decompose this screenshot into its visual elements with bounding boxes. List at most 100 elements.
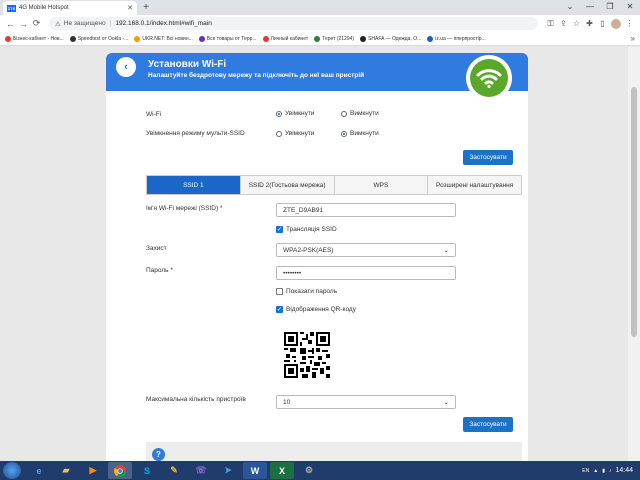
- not-secure-label: Не защищено: [63, 20, 106, 27]
- radio-unchecked-icon: [276, 130, 282, 137]
- wifi-settings-card: ‹ Установки Wi-Fi Налаштуйте бездротову …: [106, 53, 528, 461]
- back-arrow-icon[interactable]: ←: [4, 19, 17, 29]
- security-label: Захист: [146, 245, 167, 252]
- window-controls: ⌄ — ❐ ✕: [560, 0, 640, 14]
- bookmark-item[interactable]: Терет (21294): [314, 35, 354, 42]
- multi-ssid-on-radio[interactable]: Увімкнути: [276, 130, 314, 137]
- ie-icon[interactable]: e: [27, 462, 51, 479]
- browser-tab-strip: ZTE 4G Mobile Hotspot ✕ + ⌄ — ❐ ✕: [0, 0, 640, 15]
- checkbox-checked-icon: ✓: [276, 226, 283, 233]
- zte-favicon-icon: ZTE: [7, 4, 16, 12]
- chevron-down-icon: ⌄: [443, 399, 449, 406]
- wifi-label: Wi-Fi: [146, 111, 162, 118]
- address-bar[interactable]: ⚠ Не защищено | 192.168.0.1/index.html#w…: [49, 17, 538, 30]
- tab-title: 4G Mobile Hotspot: [19, 5, 69, 11]
- password-label: Пароль *: [146, 267, 173, 274]
- bookmarks-bar: Бізнес-кабінет - Нов... Speedtest от Ook…: [0, 32, 640, 46]
- apply-bottom-button[interactable]: Застосувати: [463, 417, 513, 432]
- checkbox-checked-icon: ✓: [276, 306, 283, 313]
- new-tab-button[interactable]: +: [140, 1, 152, 13]
- ssid-tabs: SSID 1 SSID 2(Гостьова мережа) WPS Розши…: [146, 175, 522, 195]
- sidebar-icon[interactable]: ▯: [596, 19, 609, 28]
- page-scrollbar[interactable]: [628, 47, 640, 461]
- tab-ssid1[interactable]: SSID 1: [147, 176, 241, 194]
- bookmark-favicon-icon: [69, 35, 76, 42]
- max-devices-select[interactable]: 10 ⌄: [276, 395, 456, 409]
- url-text: 192.168.0.1/index.html#wifi_main: [115, 20, 212, 27]
- bookmark-item[interactable]: UKR.NET: Всі новин...: [134, 35, 193, 42]
- multi-ssid-off-radio[interactable]: Вимкнути: [341, 130, 379, 137]
- share-icon[interactable]: ⇪: [557, 19, 570, 28]
- ssid-input[interactable]: ZTE_D9AB91: [276, 203, 456, 217]
- bookmark-item[interactable]: iz.ua — пперпростір...: [427, 35, 486, 42]
- language-indicator[interactable]: EN: [582, 468, 589, 474]
- browser-tab[interactable]: ZTE 4G Mobile Hotspot ✕: [3, 1, 137, 15]
- clock[interactable]: 14:44: [615, 467, 633, 474]
- close-tab-icon[interactable]: ✕: [127, 4, 133, 12]
- app-icon[interactable]: ⚙: [297, 462, 321, 479]
- bookmark-favicon-icon: [5, 35, 11, 42]
- excel-icon[interactable]: X: [270, 462, 294, 479]
- bookmark-item[interactable]: Личный кабинет: [262, 35, 308, 42]
- radio-unchecked-icon: [341, 110, 347, 117]
- windows-taskbar: e ▰ ▶ S ✎ ☏ ➤ W X ⚙ EN ▲ ▮ ♪ 14:44: [0, 461, 640, 480]
- wifi-off-radio[interactable]: Вимкнути: [341, 110, 379, 117]
- chevron-down-icon[interactable]: ⌄: [560, 0, 580, 14]
- viber-icon[interactable]: ☏: [189, 462, 213, 479]
- bookmark-item[interactable]: Бізнес-кабінет - Нов...: [5, 35, 64, 42]
- browser-toolbar: ← → ⟳ ⚠ Не защищено | 192.168.0.1/index.…: [0, 15, 640, 32]
- radio-checked-icon: [341, 130, 347, 137]
- radio-checked-icon: [276, 110, 282, 117]
- checkbox-unchecked-icon: [276, 288, 283, 295]
- maximize-button[interactable]: ❐: [600, 0, 620, 14]
- volume-icon[interactable]: ♪: [609, 468, 612, 474]
- tab-advanced[interactable]: Розширені налаштування: [428, 176, 521, 194]
- wifi-badge: [466, 55, 512, 101]
- minimize-button[interactable]: —: [580, 0, 600, 14]
- menu-dots-icon[interactable]: ⋮: [623, 19, 636, 28]
- wifi-on-radio[interactable]: Увімкнути: [276, 110, 314, 117]
- ssid-label: Ім'я Wi-Fi мережі (SSID) *: [146, 205, 223, 212]
- bookmark-favicon-icon: [360, 35, 367, 42]
- key-icon[interactable]: ⚿: [544, 19, 557, 29]
- star-icon[interactable]: ☆: [570, 19, 583, 28]
- network-icon[interactable]: ▮: [602, 468, 605, 474]
- page-viewport: ‹ Установки Wi-Fi Налаштуйте бездротову …: [0, 47, 628, 461]
- chrome-icon[interactable]: [108, 462, 132, 479]
- avatar[interactable]: [611, 18, 621, 29]
- back-button[interactable]: ‹: [116, 57, 136, 77]
- reload-icon[interactable]: ⟳: [30, 18, 43, 29]
- bookmark-item[interactable]: Speedtest от Ookla -...: [69, 35, 128, 42]
- tab-ssid2[interactable]: SSID 2(Гостьова мережа): [240, 176, 335, 194]
- tray-expand-icon[interactable]: ▲: [593, 468, 598, 474]
- media-player-icon[interactable]: ▶: [81, 462, 105, 479]
- apply-top-button[interactable]: Застосувати: [463, 150, 513, 165]
- bookmark-favicon-icon: [134, 35, 141, 42]
- chevron-down-icon: ⌄: [443, 247, 449, 254]
- more-bookmarks-icon[interactable]: »: [631, 34, 635, 43]
- start-button[interactable]: [3, 462, 21, 479]
- separator: |: [109, 20, 112, 27]
- wifi-icon: [470, 59, 508, 97]
- broadcast-ssid-checkbox[interactable]: ✓ Трансляція SSID: [276, 226, 337, 233]
- show-qr-checkbox[interactable]: ✓ Відображення QR-коду: [276, 306, 356, 313]
- bookmark-item[interactable]: SHAFA — Одежда, О...: [360, 35, 421, 42]
- password-input[interactable]: ••••••••: [276, 266, 456, 280]
- close-window-button[interactable]: ✕: [620, 0, 640, 14]
- puzzle-icon[interactable]: ✚: [583, 19, 596, 28]
- help-icon[interactable]: ?: [152, 448, 165, 461]
- word-icon[interactable]: W: [243, 462, 267, 479]
- folder-icon[interactable]: ▰: [54, 462, 78, 479]
- security-select[interactable]: WPA2-PSK(AES) ⌄: [276, 243, 456, 257]
- scrollbar-thumb[interactable]: [631, 87, 637, 337]
- telegram-icon[interactable]: ➤: [216, 462, 240, 479]
- max-devices-label: Максимальна кількість пристроїв: [146, 396, 246, 403]
- bookmark-favicon-icon: [262, 35, 269, 42]
- forward-arrow-icon[interactable]: →: [17, 19, 30, 29]
- bookmark-favicon-icon: [198, 35, 205, 42]
- skype-icon[interactable]: S: [135, 462, 159, 479]
- show-password-checkbox[interactable]: Показати пароль: [276, 288, 337, 295]
- bookmark-item[interactable]: Все товары от Терр...: [198, 35, 257, 42]
- paint-icon[interactable]: ✎: [162, 462, 186, 479]
- tab-wps[interactable]: WPS: [334, 176, 429, 194]
